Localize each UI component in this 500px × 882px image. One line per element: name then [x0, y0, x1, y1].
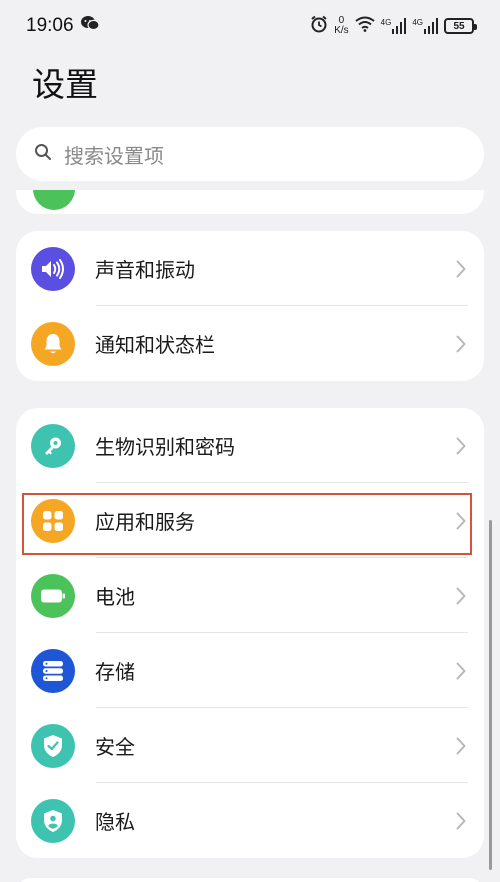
scrollbar[interactable] — [489, 520, 492, 870]
partial-card — [16, 190, 484, 214]
settings-item-label: 通知和状态栏 — [95, 333, 215, 357]
battery-level: 55 — [453, 20, 465, 32]
wifi-icon — [355, 16, 375, 36]
search-icon — [34, 143, 52, 165]
settings-item-apps-services[interactable]: 应用和服务 — [16, 483, 484, 558]
shield-check-icon — [31, 723, 75, 768]
settings-item-privacy[interactable]: 隐私 — [16, 783, 484, 858]
net-speed-unit: K/s — [334, 25, 349, 36]
net-speed: 0 K/s — [334, 16, 348, 36]
battery-indicator: 55 — [444, 18, 477, 34]
settings-item-biometrics[interactable]: 生物识别和密码 — [16, 408, 484, 483]
settings-item-battery[interactable]: 电池 — [16, 558, 484, 633]
alarm-icon — [310, 15, 328, 37]
settings-item-label: 存储 — [95, 660, 135, 684]
settings-item-label: 声音和振动 — [95, 258, 195, 282]
search-input[interactable]: 搜索设置项 — [16, 127, 484, 181]
key-icon — [31, 423, 75, 468]
partial-icon — [33, 190, 75, 210]
settings-item-label: 应用和服务 — [95, 510, 195, 534]
status-bar: 19:06 0 K/s 4G 4G 55 — [0, 0, 500, 52]
settings-group-main: 生物识别和密码 应用和服务 电池 存储 安全 隐私 — [16, 408, 484, 858]
speaker-icon — [31, 246, 75, 291]
settings-group-sound-notify: 声音和振动 通知和状态栏 — [16, 231, 484, 381]
page-title: 设置 — [32, 65, 98, 104]
chevron-right-icon — [454, 258, 468, 280]
settings-item-notifications[interactable]: 通知和状态栏 — [16, 306, 484, 381]
chevron-right-icon — [454, 333, 468, 355]
settings-item-label: 安全 — [95, 735, 135, 759]
signal-icon-1: 4G — [381, 18, 407, 34]
status-left: 19:06 — [26, 15, 100, 37]
privacy-shield-icon — [31, 798, 75, 843]
wechat-icon — [80, 15, 100, 37]
bell-icon — [31, 321, 75, 366]
chevron-right-icon — [454, 810, 468, 832]
chevron-right-icon — [454, 735, 468, 757]
settings-item-storage[interactable]: 存储 — [16, 633, 484, 708]
settings-item-sound[interactable]: 声音和振动 — [16, 231, 484, 306]
signal-icon-2: 4G — [412, 18, 438, 34]
settings-item-security[interactable]: 安全 — [16, 708, 484, 783]
battery-icon — [31, 573, 75, 618]
chevron-right-icon — [454, 585, 468, 607]
chevron-right-icon — [454, 510, 468, 532]
chevron-right-icon — [454, 660, 468, 682]
apps-grid-icon — [31, 498, 75, 543]
next-card-peek — [16, 878, 484, 882]
settings-item-label: 生物识别和密码 — [95, 435, 235, 459]
storage-icon — [31, 648, 75, 693]
status-time: 19:06 — [26, 15, 74, 36]
chevron-right-icon — [454, 435, 468, 457]
settings-item-label: 电池 — [95, 585, 135, 609]
status-right: 0 K/s 4G 4G 55 — [310, 15, 477, 37]
search-placeholder: 搜索设置项 — [64, 143, 164, 168]
settings-item-label: 隐私 — [95, 810, 135, 834]
